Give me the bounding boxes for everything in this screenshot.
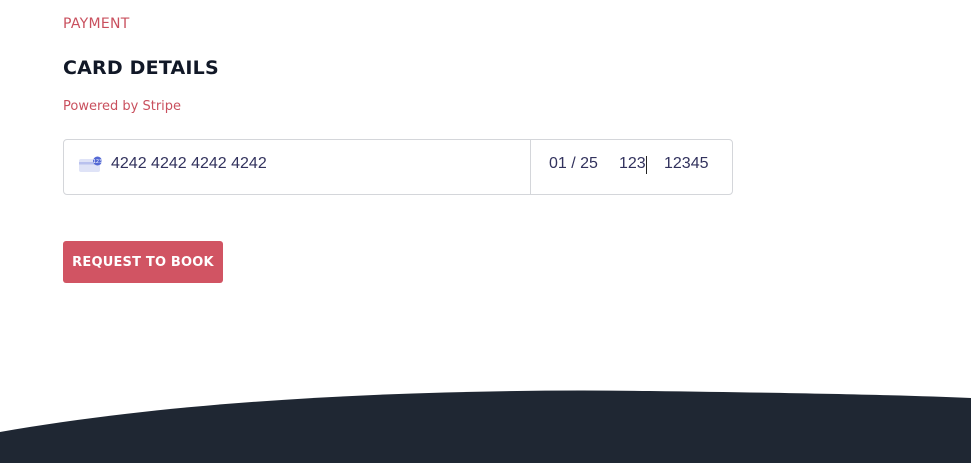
footer-wave <box>0 390 971 463</box>
card-number-value[interactable]: 4242 4242 4242 4242 <box>111 155 267 173</box>
powered-by-stripe: Powered by Stripe <box>63 99 182 114</box>
card-expiry-field[interactable]: 01 / 25 <box>549 155 598 173</box>
card-cvc-field[interactable]: 123 <box>619 155 646 173</box>
payment-section-label: PAYMENT <box>63 16 130 32</box>
card-input-field[interactable]: 123 4242 4242 4242 4242 01 / 25 123 1234… <box>63 139 733 195</box>
text-cursor <box>646 156 647 174</box>
card-details-title: CARD DETAILS <box>63 57 219 79</box>
credit-card-icon: 123 <box>79 156 103 174</box>
card-zip-field[interactable]: 12345 <box>664 155 709 173</box>
request-to-book-button[interactable]: REQUEST TO BOOK <box>63 241 223 283</box>
svg-text:123: 123 <box>93 159 103 165</box>
card-number-field[interactable]: 123 4242 4242 4242 4242 <box>64 140 531 194</box>
